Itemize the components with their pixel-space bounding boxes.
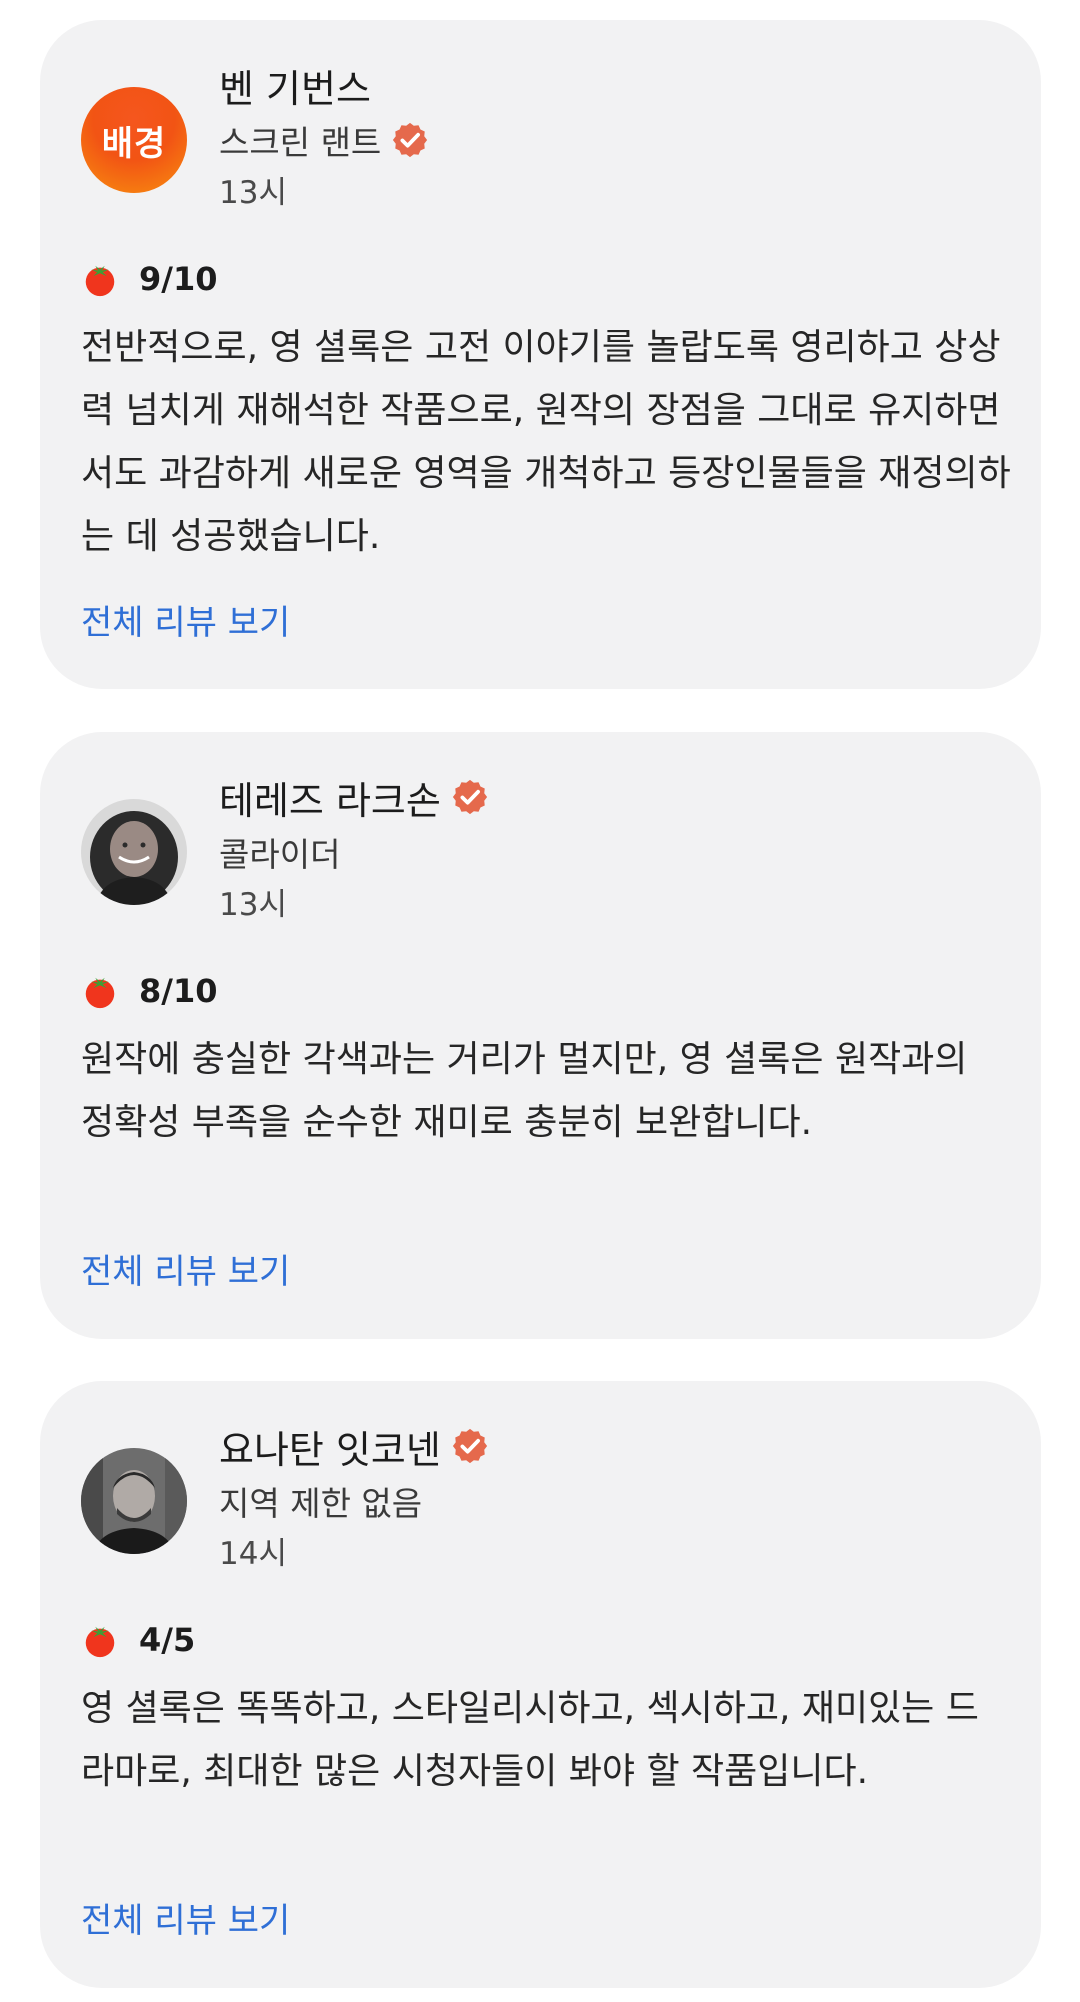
tomato-icon — [85, 1626, 115, 1658]
critic-name-row: 테레즈 라크손 — [219, 770, 489, 825]
publication-name[interactable]: 콜라이더 — [219, 828, 340, 876]
tomato-icon — [85, 265, 115, 297]
publication-name[interactable]: 스크린 랜트 — [219, 116, 381, 164]
verified-check-icon — [393, 122, 428, 158]
avatar[interactable] — [81, 799, 187, 905]
tomato-icon — [85, 977, 115, 1009]
full-review-link[interactable]: 전체 리뷰 보기 — [81, 1244, 290, 1293]
review-quote: 원작에 충실한 각색과는 거리가 멀지만, 영 셜록은 원작과의 정확성 부족을… — [81, 1039, 968, 1143]
critic-photo — [81, 799, 187, 905]
critic-name[interactable]: 요나탄 잇코넨 — [219, 1419, 441, 1474]
review-quote: 영 셜록은 똑똑하고, 스타일리시하고, 섹시하고, 재미있는 드라마로, 최대… — [81, 1688, 979, 1792]
publication-row: 콜라이더 — [219, 828, 340, 876]
avatar[interactable]: 배경 — [81, 87, 187, 193]
critic-name-row: 벤 기번스 — [219, 58, 371, 113]
rating-score: 8/10 — [139, 972, 218, 1010]
review-time: 13시 — [219, 887, 287, 923]
publication-name[interactable]: 지역 제한 없음 — [219, 1477, 422, 1525]
review-time: 13시 — [219, 175, 287, 211]
critic-name[interactable]: 테레즈 라크손 — [219, 770, 441, 825]
full-review-link[interactable]: 전체 리뷰 보기 — [81, 1893, 290, 1942]
verified-check-icon — [452, 1428, 487, 1464]
verified-check-icon — [452, 779, 487, 815]
rating-row: 8/10 — [81, 969, 217, 1013]
avatar[interactable] — [81, 1448, 187, 1554]
review-card: 요나탄 잇코넨 지역 제한 없음 14시 4/5 영 셜록은 똑똑하고, 스타일… — [40, 1381, 1041, 1988]
full-review-link[interactable]: 전체 리뷰 보기 — [81, 595, 290, 644]
review-card: 배경 벤 기번스 스크린 랜트 13시 9/10 전반적으로, 영 셜록은 고전… — [40, 20, 1041, 689]
rating-score: 4/5 — [139, 1621, 196, 1659]
rating-score: 9/10 — [139, 260, 218, 298]
rating-row: 9/10 — [81, 257, 217, 301]
review-quote: 전반적으로, 영 셜록은 고전 이야기를 놀랍도록 영리하고 상상력 넘치게 재… — [81, 327, 1011, 557]
rating-row: 4/5 — [81, 1618, 195, 1662]
critic-name[interactable]: 벤 기번스 — [219, 58, 371, 113]
publication-row: 지역 제한 없음 — [219, 1477, 422, 1525]
critic-photo — [81, 1448, 187, 1554]
critic-name-row: 요나탄 잇코넨 — [219, 1419, 489, 1474]
avatar-initials: 배경 — [101, 123, 167, 164]
publication-row: 스크린 랜트 — [219, 116, 429, 164]
review-card: 테레즈 라크손 콜라이더 13시 8/10 원작에 충실한 각색과는 거리가 멀… — [40, 732, 1041, 1339]
review-time: 14시 — [219, 1536, 287, 1572]
